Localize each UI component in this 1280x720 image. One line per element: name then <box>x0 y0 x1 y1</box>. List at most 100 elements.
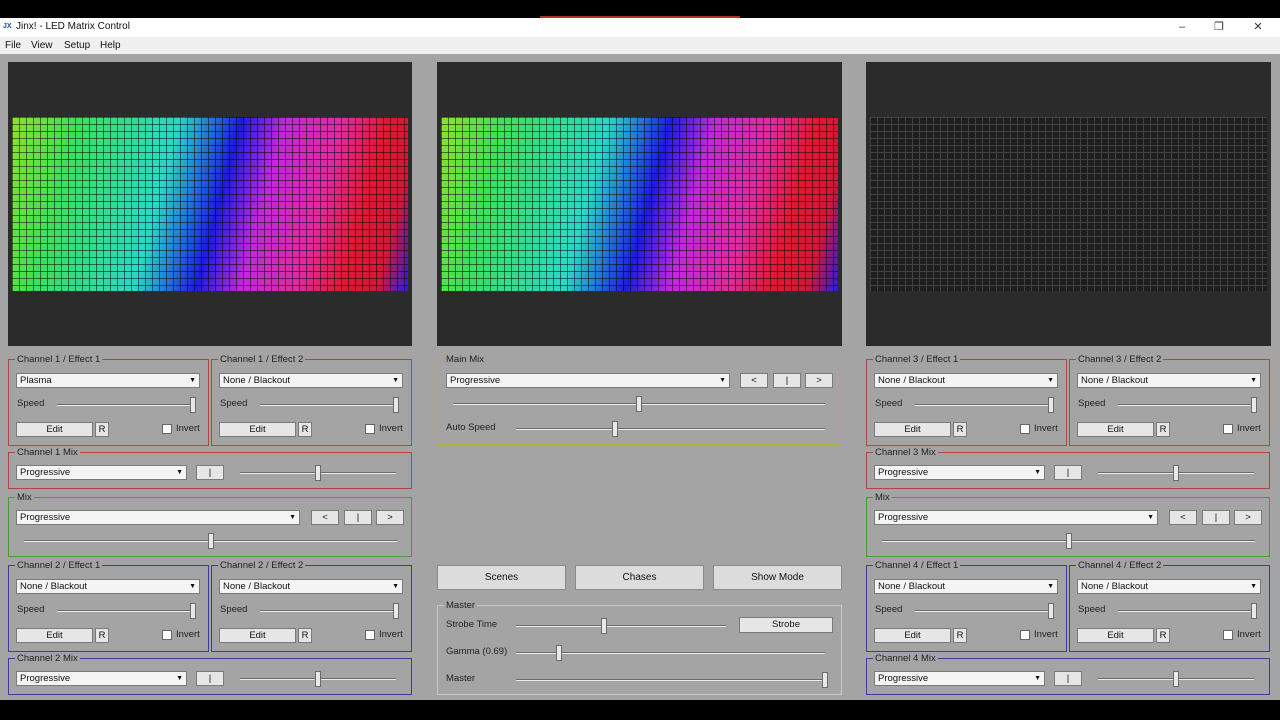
effect-select[interactable]: None / Blackout ▼ <box>1077 579 1261 594</box>
edit-button[interactable]: Edit <box>219 422 296 437</box>
mix-next-button[interactable]: > <box>1234 510 1262 525</box>
invert-checkbox[interactable] <box>1020 630 1030 640</box>
chases-button[interactable]: Chases <box>575 565 704 590</box>
speed-slider-thumb[interactable] <box>1251 397 1257 413</box>
speed-slider-thumb[interactable] <box>393 603 399 619</box>
edit-button[interactable]: Edit <box>874 422 951 437</box>
minimize-icon[interactable]: – <box>1170 19 1194 35</box>
invert-checkbox[interactable] <box>1020 424 1030 434</box>
invert-checkbox[interactable] <box>365 630 375 640</box>
show-mode-button[interactable]: Show Mode <box>713 565 842 590</box>
reset-button[interactable]: R <box>298 628 312 643</box>
main-mix-select[interactable]: Progressive ▼ <box>446 373 730 388</box>
speed-slider-thumb[interactable] <box>190 397 196 413</box>
strobe-time-slider-thumb[interactable] <box>601 618 608 634</box>
channel-mix-slider-thumb[interactable] <box>315 465 321 481</box>
gamma-slider-track[interactable] <box>516 652 825 654</box>
invert-label: Invert <box>1237 629 1261 640</box>
main-mix-prev-button[interactable]: < <box>740 373 768 388</box>
channel-mix-slider-thumb[interactable] <box>315 671 321 687</box>
channel-mix-slider-thumb[interactable] <box>1173 671 1179 687</box>
mix-next-button[interactable]: > <box>376 510 404 525</box>
channel-mix-select[interactable]: Progressive ▼ <box>16 465 187 480</box>
invert-checkbox[interactable] <box>365 424 375 434</box>
master-slider-track[interactable] <box>516 679 825 681</box>
main-mix-slider-thumb[interactable] <box>636 396 642 412</box>
strobe-time-slider-track[interactable] <box>516 625 726 627</box>
mix-prev-button[interactable]: < <box>1169 510 1197 525</box>
speed-slider-track[interactable] <box>57 404 193 406</box>
mix-select[interactable]: Progressive ▼ <box>16 510 300 525</box>
channel-mix-select[interactable]: Progressive ▼ <box>874 465 1045 480</box>
reset-button[interactable]: R <box>1156 628 1170 643</box>
speed-slider-track[interactable] <box>260 404 396 406</box>
edit-button[interactable]: Edit <box>1077 628 1154 643</box>
speed-slider-track[interactable] <box>915 610 1051 612</box>
invert-checkbox[interactable] <box>1223 424 1233 434</box>
reset-button[interactable]: R <box>953 628 967 643</box>
mix-mid-button[interactable]: | <box>1202 510 1230 525</box>
effect-select[interactable]: Plasma ▼ <box>16 373 200 388</box>
menu-file[interactable]: File <box>5 40 21 51</box>
channel-mix-button[interactable]: | <box>196 465 224 480</box>
main-mix-next-button[interactable]: > <box>805 373 833 388</box>
gamma-slider-thumb[interactable] <box>556 645 563 661</box>
edit-button[interactable]: Edit <box>1077 422 1154 437</box>
channel-mix-button[interactable]: | <box>1054 671 1082 686</box>
auto-speed-slider-thumb[interactable] <box>611 421 618 437</box>
speed-slider-thumb[interactable] <box>190 603 196 619</box>
reset-button[interactable]: R <box>298 422 312 437</box>
effect-value: Plasma <box>20 375 52 386</box>
speed-slider-track[interactable] <box>1118 404 1254 406</box>
invert-checkbox[interactable] <box>162 630 172 640</box>
effect-select[interactable]: None / Blackout ▼ <box>874 579 1058 594</box>
mix-prev-button[interactable]: < <box>311 510 339 525</box>
effect-select[interactable]: None / Blackout ▼ <box>16 579 200 594</box>
edit-button[interactable]: Edit <box>219 628 296 643</box>
speed-slider-thumb[interactable] <box>1048 603 1054 619</box>
edit-button[interactable]: Edit <box>16 628 93 643</box>
edit-button[interactable]: Edit <box>874 628 951 643</box>
mix-slider-thumb[interactable] <box>1065 533 1072 549</box>
mix-mid-button[interactable]: | <box>344 510 372 525</box>
reset-button[interactable]: R <box>95 422 109 437</box>
mix-slider-thumb[interactable] <box>207 533 214 549</box>
effect-select[interactable]: None / Blackout ▼ <box>219 579 403 594</box>
master-label: Master <box>446 673 476 684</box>
effect-select[interactable]: None / Blackout ▼ <box>219 373 403 388</box>
mix-select[interactable]: Progressive ▼ <box>874 510 1158 525</box>
effect-title: Channel 3 / Effect 2 <box>1076 354 1164 365</box>
speed-slider-thumb[interactable] <box>393 397 399 413</box>
speed-slider-track[interactable] <box>1118 610 1254 612</box>
effect-select[interactable]: None / Blackout ▼ <box>874 373 1058 388</box>
channel-mix-select[interactable]: Progressive ▼ <box>874 671 1045 686</box>
speed-slider-track[interactable] <box>915 404 1051 406</box>
channel-mix-slider-thumb[interactable] <box>1173 465 1179 481</box>
channel-mix-select[interactable]: Progressive ▼ <box>16 671 187 686</box>
main-mix-mid-button[interactable]: | <box>773 373 801 388</box>
reset-button[interactable]: R <box>953 422 967 437</box>
speed-slider-thumb[interactable] <box>1251 603 1257 619</box>
reset-button[interactable]: R <box>95 628 109 643</box>
channel-mix-button[interactable]: | <box>1054 465 1082 480</box>
scenes-button[interactable]: Scenes <box>437 565 566 590</box>
menu-view[interactable]: View <box>31 40 53 51</box>
invert-checkbox[interactable] <box>162 424 172 434</box>
effect-select[interactable]: None / Blackout ▼ <box>1077 373 1261 388</box>
speed-label: Speed <box>220 604 248 615</box>
speed-slider-thumb[interactable] <box>1048 397 1054 413</box>
edit-button[interactable]: Edit <box>16 422 93 437</box>
strobe-time-label: Strobe Time <box>446 619 498 630</box>
speed-slider-track[interactable] <box>57 610 193 612</box>
invert-checkbox[interactable] <box>1223 630 1233 640</box>
close-icon[interactable]: ✕ <box>1246 19 1270 35</box>
strobe-button[interactable]: Strobe <box>739 617 833 633</box>
menu-setup[interactable]: Setup <box>64 40 90 51</box>
menu-help[interactable]: Help <box>100 40 121 51</box>
speed-slider-track[interactable] <box>260 610 396 612</box>
reset-button[interactable]: R <box>1156 422 1170 437</box>
auto-speed-slider-track[interactable] <box>516 428 825 430</box>
master-slider-thumb[interactable] <box>822 672 828 688</box>
restore-icon[interactable]: ❐ <box>1207 19 1231 35</box>
channel-mix-button[interactable]: | <box>196 671 224 686</box>
